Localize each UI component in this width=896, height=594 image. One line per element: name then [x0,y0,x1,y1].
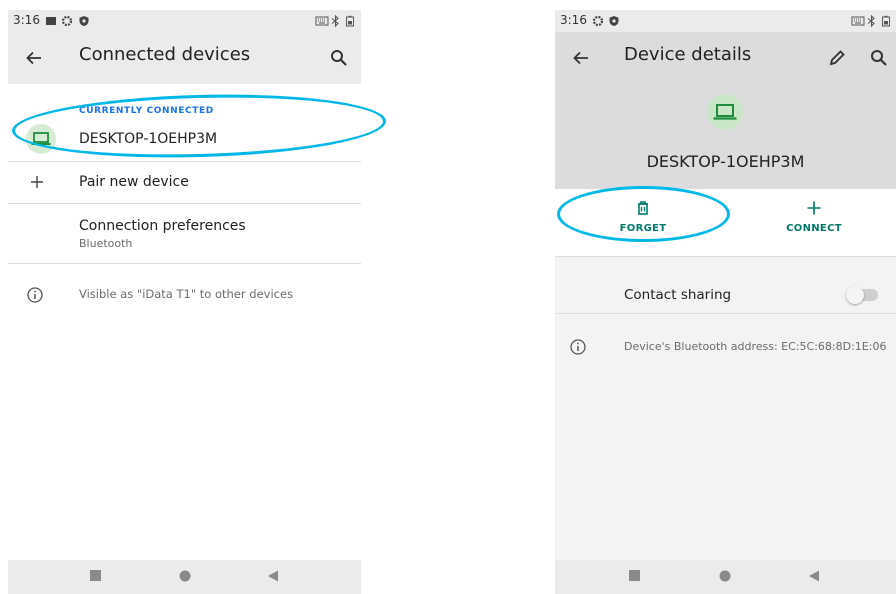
connection-preferences-sub: Bluetooth [79,237,133,250]
device-details-content: DESKTOP-1OEHP3M FORGET CONNECT Contact s… [555,84,896,560]
shield-notification-icon [79,16,89,26]
contact-sharing-label: Contact sharing [624,287,732,303]
laptop-icon [31,132,51,145]
shield-notification-icon [609,16,619,26]
settings-notification-icon [61,15,73,27]
page-title: Connected devices [79,44,251,65]
arrow-back-icon[interactable] [22,46,46,70]
connection-preferences-row[interactable]: Connection preferences Bluetooth [8,204,361,264]
bluetooth-address-text: Device's Bluetooth address: EC:5C:68:8D:… [624,340,887,353]
navigation-bar [555,560,896,594]
arrow-back-icon[interactable] [569,46,593,70]
battery-status-icon [882,15,890,27]
device-actions: FORGET CONNECT [555,189,896,257]
recents-icon[interactable] [628,569,642,583]
forget-button[interactable]: FORGET [588,199,698,234]
toggle-knob [846,286,864,304]
connection-preferences-label: Connection preferences [79,218,246,234]
laptop-icon [713,104,737,120]
section-header-currently-connected: CURRENTLY CONNECTED [79,106,214,116]
connect-button[interactable]: CONNECT [759,199,869,234]
settings-notification-icon [592,15,604,27]
pencil-icon[interactable] [825,46,849,70]
bluetooth-status-icon [331,15,339,27]
forget-label: FORGET [619,223,667,234]
device-details-screen: 3:16 Device details DESKTOP-1OEHP3M FORG… [555,10,896,594]
plus-icon [31,176,43,188]
connected-device-row[interactable]: DESKTOP-1OEHP3M [8,118,361,162]
device-list: CURRENTLY CONNECTED DESKTOP-1OEHP3M Pair… [8,84,361,560]
app-bar: Connected devices [8,32,361,84]
search-icon[interactable] [867,46,891,70]
back-nav-icon[interactable] [266,569,280,583]
back-nav-icon[interactable] [807,569,821,583]
bluetooth-status-icon [867,15,875,27]
status-bar: 3:16 [555,10,896,32]
battery-status-icon [346,15,354,27]
keyboard-status-icon [851,16,865,26]
navigation-bar [8,560,361,594]
connect-label: CONNECT [786,223,842,234]
status-bar: 3:16 [8,10,361,32]
contact-sharing-row[interactable]: Contact sharing [555,274,896,314]
screenshot-stage: 3:16 Connected devices CURRENTLY CONNECT… [0,0,896,594]
contact-sharing-toggle[interactable] [846,286,878,304]
pair-new-device-label: Pair new device [79,174,189,190]
visibility-info-text: Visible as "iData T1" to other devices [79,287,294,301]
trash-icon [638,201,648,215]
connected-device-name: DESKTOP-1OEHP3M [79,131,218,147]
page-title: Device details [624,44,752,65]
info-icon [27,287,43,303]
plus-icon [807,201,821,215]
status-time: 3:16 [13,13,40,27]
home-icon[interactable] [178,569,192,583]
pair-new-device-row[interactable]: Pair new device [8,162,361,204]
connected-devices-screen: 3:16 Connected devices CURRENTLY CONNECT… [8,10,361,594]
device-name: DESKTOP-1OEHP3M [646,152,805,171]
search-icon[interactable] [327,46,351,70]
status-time: 3:16 [560,13,587,27]
info-icon [570,339,586,355]
recents-icon[interactable] [89,569,103,583]
app-bar: Device details [555,32,896,84]
home-icon[interactable] [718,569,732,583]
device-header: DESKTOP-1OEHP3M [555,84,896,189]
image-notification-icon [46,17,56,25]
keyboard-status-icon [315,16,329,26]
